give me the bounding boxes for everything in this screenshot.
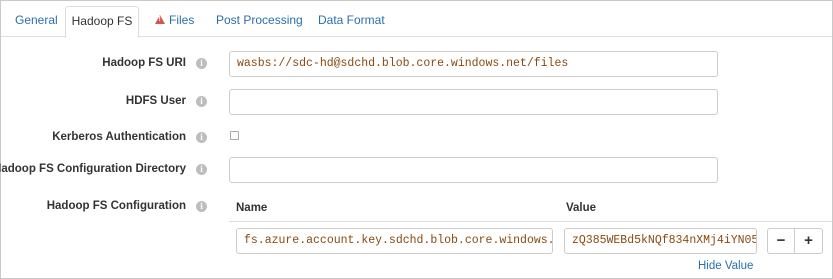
hadoop-fs-uri-input[interactable]: wasbs://sdc-hd@sdchd.blob.core.windows.n…	[229, 51, 718, 77]
tab-bar: General Hadoop FS Files Post Processing …	[1, 1, 832, 38]
table-header-divider	[229, 221, 832, 222]
hadoop-fs-uri-label: Hadoop FS URI	[102, 57, 186, 69]
hadoop-fs-conf-dir-label: Hadoop FS Configuration Directory	[0, 163, 186, 175]
warning-icon	[155, 15, 165, 25]
config-name-header: Name	[236, 202, 268, 214]
tab-files[interactable]: Files	[155, 6, 194, 37]
config-name-input[interactable]: fs.azure.account.key.sdchd.blob.core.win…	[236, 228, 553, 254]
tab-post-processing[interactable]: Post Processing	[216, 6, 303, 37]
config-value-header: Value	[566, 202, 597, 214]
config-value-input[interactable]: zQ385WEBd5kNQf834nXMj4iYN052	[564, 228, 757, 254]
info-icon[interactable]: i	[196, 164, 207, 175]
info-icon[interactable]: i	[196, 201, 207, 212]
stage-config-panel: General Hadoop FS Files Post Processing …	[0, 0, 833, 279]
hide-value-link[interactable]: Hide Value	[698, 260, 753, 272]
kerberos-auth-checkbox[interactable]	[230, 131, 239, 140]
add-row-button[interactable]: +	[795, 228, 823, 254]
kerberos-auth-label: Kerberos Authentication	[52, 131, 186, 143]
tab-hadoop-fs[interactable]: Hadoop FS	[65, 6, 139, 38]
tab-general[interactable]: General	[15, 6, 58, 37]
info-icon[interactable]: i	[196, 132, 207, 143]
hdfs-user-label: HDFS User	[125, 95, 186, 107]
remove-row-button[interactable]: −	[767, 228, 795, 254]
tab-data-format[interactable]: Data Format	[318, 6, 385, 37]
hadoop-fs-conf-dir-input[interactable]	[229, 157, 718, 183]
tab-files-label: Files	[169, 13, 195, 27]
info-icon[interactable]: i	[196, 96, 207, 107]
info-icon[interactable]: i	[196, 58, 207, 69]
hadoop-fs-config-label: Hadoop FS Configuration	[46, 200, 186, 212]
hdfs-user-input[interactable]	[229, 89, 718, 115]
